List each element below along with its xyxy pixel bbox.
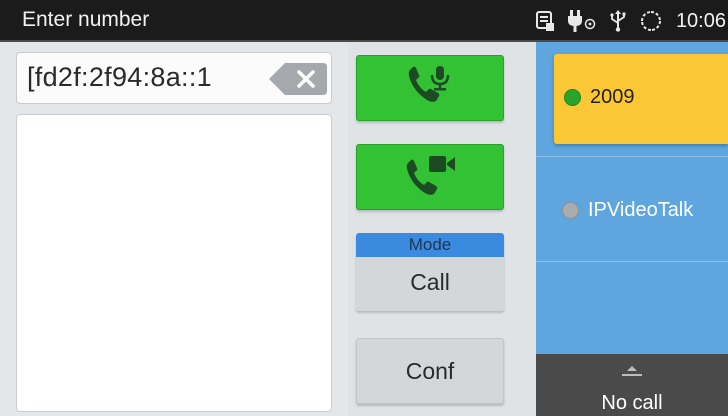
sync-icon [640,10,662,32]
number-input[interactable]: [fd2f:2f94:8a::1 [16,52,332,104]
backspace-icon[interactable] [269,63,327,95]
status-icons: 10:06 [535,0,728,42]
phone-video-icon [403,154,457,201]
power-plug-icon [567,10,596,32]
call-status-bar[interactable]: No call [536,354,728,416]
voice-call-button[interactable] [356,55,504,121]
video-call-button[interactable] [356,144,504,210]
account-label: 2009 [590,86,635,108]
number-input-value: [fd2f:2f94:8a::1 [27,62,212,92]
status-dot-icon [562,202,579,219]
mode-header: Mode [356,233,504,257]
account-label: IPVideoTalk [588,199,694,221]
phone-mic-icon [405,65,455,112]
mode-value: Call [356,257,504,311]
conf-button[interactable]: Conf [356,338,504,404]
mode-toggle-button[interactable]: Mode Call [356,233,504,311]
accounts-panel: 2009 IPVideoTalk No call [536,42,728,416]
contacts-card-icon [535,11,554,31]
status-bar-title: Enter number [22,8,150,31]
status-bar: Enter number 10:06 [0,0,728,42]
chevron-up-icon [620,364,644,382]
account-item-empty[interactable] [536,262,728,354]
suggestions-list[interactable] [16,114,332,412]
call-status-label: No call [601,392,663,414]
account-item-2009[interactable]: 2009 [554,54,728,144]
account-item-ipvideotalk[interactable]: IPVideoTalk [536,156,728,262]
status-bar-time: 10:06 [675,9,726,32]
status-dot-icon [564,89,581,106]
dial-panel: [fd2f:2f94:8a::1 [0,42,348,416]
usb-icon [610,10,626,32]
